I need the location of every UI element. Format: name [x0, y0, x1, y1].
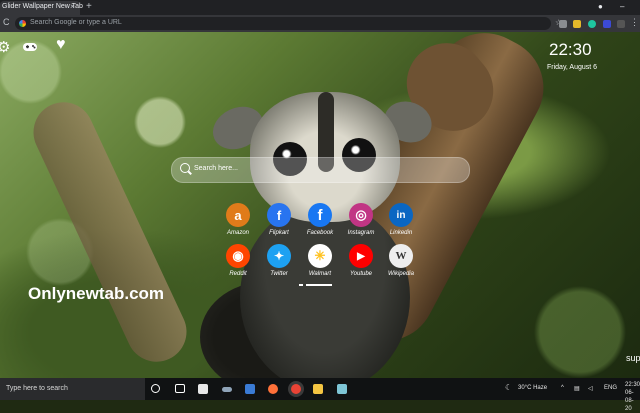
shortcut-label: Instagram	[347, 230, 375, 236]
app-icon[interactable]	[222, 387, 232, 392]
tab-active[interactable]: Glider Wallpaper New Tab ×	[0, 1, 83, 15]
tab-strip: Glider Wallpaper New Tab × + ● –	[0, 0, 640, 15]
shortcut-flipkart[interactable]: f Flipkart	[259, 203, 299, 245]
shortcut-label: Twitter	[270, 271, 288, 277]
support-text[interactable]: sup	[626, 353, 640, 363]
shortcut-label: Linkedin	[389, 230, 413, 236]
weather-text[interactable]: 30°C Haze	[518, 385, 547, 391]
shortcut-label: Flipkart	[269, 230, 289, 236]
youtube-icon: ▶	[349, 244, 373, 268]
taskbar: Type here to search ☾ 30°C Haze ^ ▤ ◁ EN…	[0, 378, 640, 412]
clock-date: Friday, August 6	[547, 64, 598, 71]
shortcut-facebook[interactable]: f Facebook	[300, 203, 340, 245]
shortcut-label: Reddit	[229, 271, 247, 277]
shortcut-reddit[interactable]: ◉ Reddit	[218, 244, 258, 286]
taskbar-search-placeholder: Type here to search	[6, 385, 68, 392]
facebook-icon: f	[308, 203, 332, 227]
shortcut-label: Facebook	[306, 230, 334, 236]
edge-icon[interactable]	[245, 384, 255, 394]
taskbar-clock[interactable]: 22:30 06-08-20	[625, 381, 640, 413]
chrome-icon[interactable]	[291, 384, 301, 394]
file-explorer-icon[interactable]	[313, 384, 323, 394]
search-box[interactable]: Search here...	[171, 157, 470, 183]
amazon-icon: a	[226, 203, 250, 227]
walmart-icon: ✳	[308, 244, 332, 268]
extension-icon[interactable]	[573, 20, 581, 28]
taskbar-time: 22:30	[625, 382, 640, 388]
volume-icon[interactable]: ◁	[588, 385, 593, 392]
google-icon	[19, 20, 26, 27]
firefox-icon[interactable]	[268, 384, 278, 394]
shortcut-instagram[interactable]: ◎ Instagram	[341, 203, 381, 245]
extension-icon[interactable]	[588, 20, 596, 28]
gamepad-icon[interactable]	[22, 40, 38, 58]
address-placeholder: Search Google or type a URL	[30, 19, 122, 26]
extension-icon[interactable]	[603, 20, 611, 28]
page-indicator-active[interactable]	[306, 284, 332, 286]
reddit-icon: ◉	[226, 244, 250, 268]
notepad-icon[interactable]	[337, 384, 347, 394]
extension-icon[interactable]	[559, 20, 567, 28]
shortcut-walmart[interactable]: ✳ Walmart	[300, 244, 340, 286]
search-icon	[180, 163, 190, 173]
shortcut-label: Youtube	[349, 271, 373, 277]
language-indicator[interactable]: ENG	[604, 385, 617, 391]
shortcut-amazon[interactable]: a Amazon	[218, 203, 258, 245]
heart-icon[interactable]: ♥	[56, 36, 66, 54]
new-tab-button[interactable]: +	[86, 1, 92, 12]
instagram-icon: ◎	[349, 203, 373, 227]
menu-icon[interactable]: ⋮	[630, 17, 639, 28]
shortcut-linkedin[interactable]: in Linkedin	[381, 203, 421, 245]
browser-toolbar: C Search Google or type a URL ☆ ⋮	[0, 15, 640, 32]
profile-icon[interactable]	[617, 20, 625, 28]
address-bar[interactable]: Search Google or type a URL ☆	[15, 17, 562, 30]
network-icon[interactable]: ▤	[574, 385, 580, 392]
taskbar-search[interactable]: Type here to search	[0, 378, 145, 400]
shortcut-wikipedia[interactable]: W Wikipedia	[381, 244, 421, 286]
shortcut-label: Amazon	[226, 230, 249, 236]
moon-weather-icon: ☾	[505, 383, 513, 392]
taskbar-date: 06-08-20	[625, 390, 634, 412]
flipkart-icon: f	[267, 203, 291, 227]
window-close-icon[interactable]: ●	[598, 2, 603, 11]
tray-chevron-icon[interactable]: ^	[561, 385, 564, 391]
settings-gear-icon[interactable]: ⚙	[0, 38, 10, 56]
branch	[23, 92, 197, 372]
page-indicator[interactable]	[299, 284, 303, 286]
task-view-icon[interactable]	[175, 384, 185, 393]
brand-text: Onlynewtab.com	[28, 284, 165, 303]
store-icon[interactable]	[198, 384, 208, 394]
shortcut-label: Wikipedia	[388, 271, 414, 277]
linkedin-icon: in	[389, 203, 413, 227]
close-tab-icon[interactable]: ×	[70, 2, 75, 11]
twitter-icon: ✦	[267, 244, 291, 268]
shortcut-twitter[interactable]: ✦ Twitter	[259, 244, 299, 286]
cortana-icon[interactable]	[151, 384, 160, 393]
clock-time: 22:30	[549, 40, 592, 59]
shortcut-youtube[interactable]: ▶ Youtube	[341, 244, 381, 286]
search-placeholder: Search here...	[194, 165, 238, 172]
reload-icon[interactable]: C	[3, 17, 10, 27]
shortcut-label: Walmart	[308, 271, 332, 277]
wikipedia-icon: W	[389, 244, 413, 268]
window-minimize-icon[interactable]: –	[620, 2, 624, 11]
